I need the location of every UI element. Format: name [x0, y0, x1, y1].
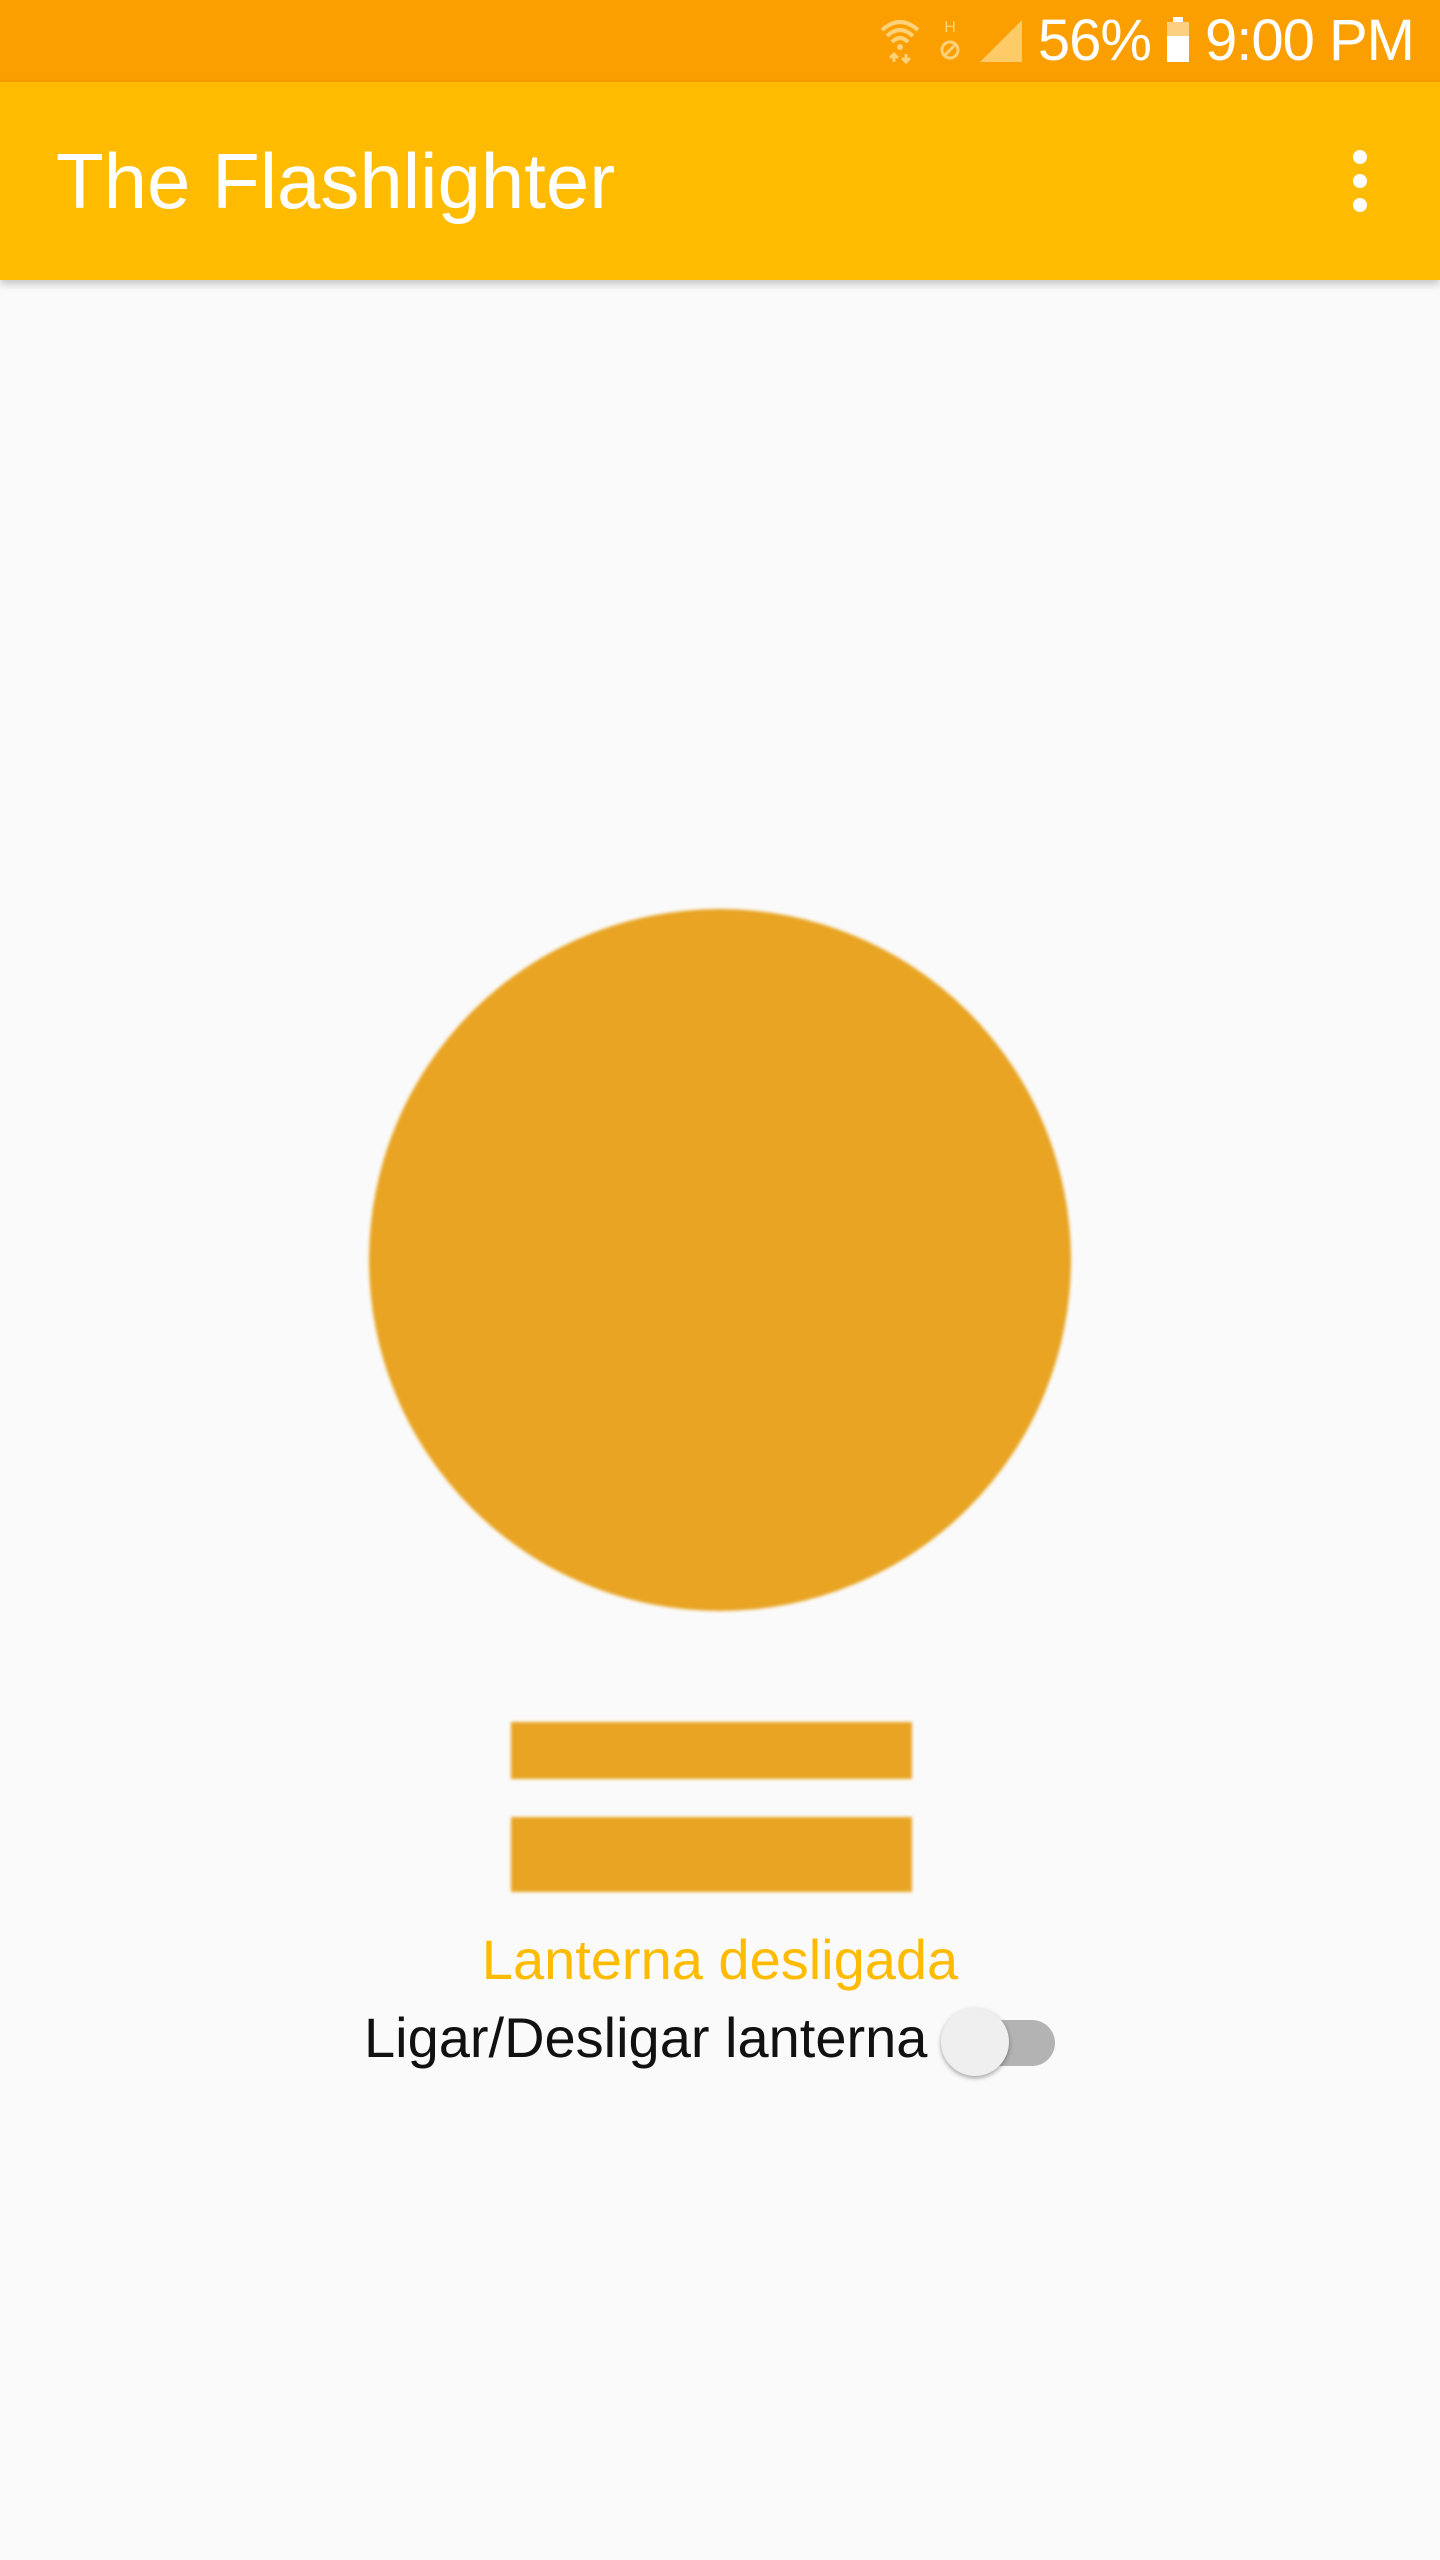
more-vert-icon[interactable] [1310, 131, 1410, 231]
wifi-icon [878, 14, 922, 69]
battery-percent: 56% [1037, 8, 1152, 73]
flashlight-status: Lanterna desligada [481, 1928, 959, 1991]
app-title: The Flashlighter [56, 137, 616, 225]
switch-label: Ligar/Desligar lanterna [364, 2006, 928, 2069]
status-bar: H 56% 9:00 PM [0, 0, 1440, 82]
battery-icon [1165, 14, 1191, 69]
clock: 9:00 PM [1205, 8, 1415, 73]
flashlight-toggle[interactable]: Ligar/Desligar lanterna [364, 1998, 1059, 2078]
signal-icon [978, 14, 1024, 69]
switch-thumb [941, 2008, 1010, 2076]
svg-text:H: H [944, 19, 956, 36]
app-bar: The Flashlighter [0, 82, 1440, 280]
status-icons: H 56% 9:00 PM [878, 0, 1415, 82]
hd-voice-icon: H [936, 14, 964, 69]
toggle-switch[interactable] [941, 1998, 1059, 2078]
app-screen: H 56% 9:00 PM The Flashlighter Lanterna … [0, 0, 1440, 2560]
lightbulb-icon [369, 909, 1071, 1892]
